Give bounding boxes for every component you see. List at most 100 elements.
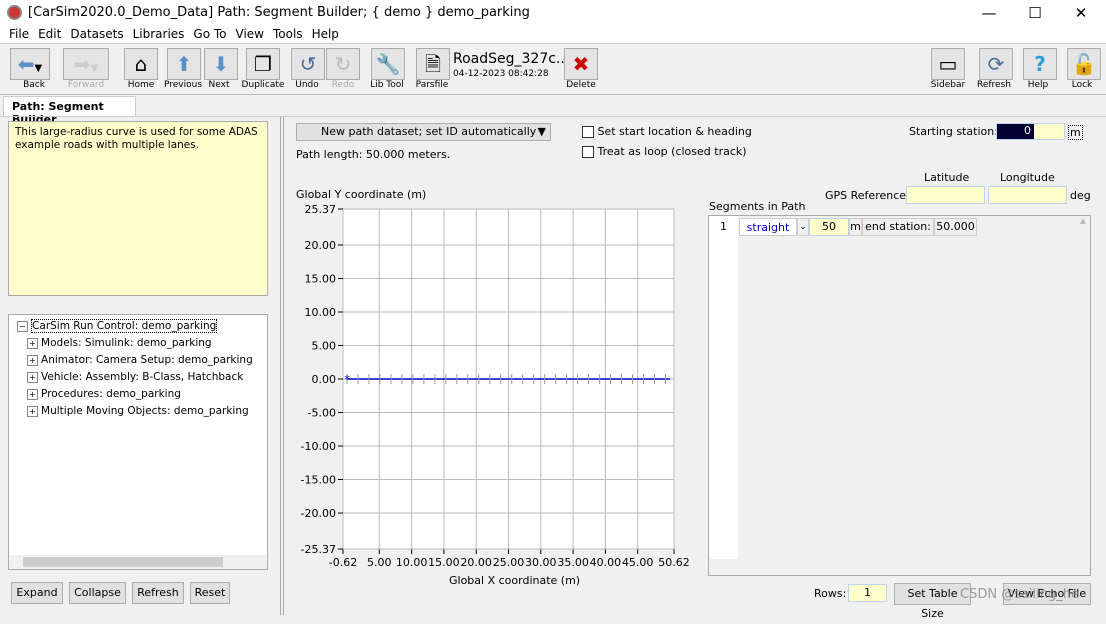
arrow-left-icon: ⬅: [17, 52, 35, 76]
x-tick-label: 25.00: [493, 556, 525, 569]
latitude-input[interactable]: [906, 186, 985, 204]
menu-bar: File Edit Datasets Libraries Go To View Tools H…: [0, 26, 1106, 44]
parsfile-label: Parsfile: [415, 80, 449, 90]
y-tick-label: 0.00: [312, 373, 337, 386]
treat-loop-checkbox[interactable]: Treat as loop (closed track): [582, 145, 747, 158]
treat-loop-label: Treat as loop (closed track): [597, 145, 747, 158]
rows-input[interactable]: 1: [848, 584, 887, 602]
scrollbar-thumb[interactable]: [23, 557, 223, 567]
delete-button[interactable]: ✖: [564, 48, 598, 80]
end-station-value: 50.000: [934, 218, 977, 236]
help-button[interactable]: ?: [1023, 48, 1057, 80]
starting-station-input[interactable]: 0: [996, 123, 1065, 140]
dataset-select[interactable]: New path dataset; set ID automatically ▼: [296, 123, 551, 141]
tree-root-label: CarSim Run Control: demo_parking: [31, 319, 218, 333]
expand-icon[interactable]: +: [27, 389, 38, 400]
reset-button[interactable]: Reset: [190, 582, 230, 604]
y-tick-label: 25.37: [305, 203, 337, 216]
tab-segment-builder[interactable]: Path: Segment Builder: [3, 96, 136, 126]
latitude-label: Latitude: [924, 171, 970, 184]
segment-type[interactable]: straight: [739, 218, 797, 236]
segment-index: 1: [720, 220, 727, 233]
forward-button[interactable]: ➡▼: [63, 48, 109, 80]
segments-label: Segments in Path: [709, 200, 806, 213]
arrow-down-icon: ⬇: [212, 52, 230, 76]
segment-unit: m: [849, 218, 862, 236]
segment-length-input[interactable]: 50: [809, 218, 849, 236]
tree-item[interactable]: + Animator: Camera Setup: demo_parking: [17, 352, 259, 369]
menu-goto[interactable]: Go To: [193, 26, 226, 42]
menu-libraries[interactable]: Libraries: [133, 26, 185, 42]
collapse-button[interactable]: Collapse: [69, 582, 126, 604]
undo-button[interactable]: ↺: [291, 48, 325, 80]
expand-icon[interactable]: +: [27, 355, 38, 366]
home-icon: ⌂: [134, 52, 148, 76]
tree-item[interactable]: + Models: Simulink: demo_parking: [17, 335, 259, 352]
gps-unit: deg: [1070, 189, 1091, 202]
end-station-label: end station:: [862, 218, 934, 236]
y-tick-label: -10.00: [301, 440, 336, 453]
help-icon: ?: [1034, 52, 1046, 76]
menu-help[interactable]: Help: [312, 26, 339, 42]
duplicate-button[interactable]: ❐: [246, 48, 280, 80]
next-button[interactable]: ⬇: [204, 48, 238, 80]
tree-item[interactable]: + Procedures: demo_parking: [17, 386, 259, 403]
tree-item-label: Animator: Camera Setup: demo_parking: [41, 354, 253, 366]
y-tick-label: 10.00: [305, 306, 337, 319]
menu-tools[interactable]: Tools: [273, 26, 303, 42]
menu-view[interactable]: View: [236, 26, 264, 42]
lock-button[interactable]: 🔓: [1067, 48, 1101, 80]
tree-refresh-button[interactable]: Refresh: [132, 582, 184, 604]
app-icon: [7, 5, 22, 20]
notes-text: This large-radius curve is used for some…: [15, 126, 258, 151]
previous-button[interactable]: ⬆: [167, 48, 201, 80]
notes-textarea[interactable]: This large-radius curve is used for some…: [8, 121, 268, 296]
vertical-scrollbar[interactable]: ▲: [1076, 216, 1090, 559]
back-label: Back: [23, 80, 45, 90]
segment-type-dropdown[interactable]: ⌄: [797, 218, 809, 236]
maximize-button[interactable]: ☐: [1012, 0, 1058, 26]
set-start-label: Set start location & heading: [597, 125, 752, 138]
horizontal-scrollbar[interactable]: [9, 555, 267, 569]
sidebar-button[interactable]: ▭: [931, 48, 965, 80]
x-tick-label: 10.00: [396, 556, 428, 569]
menu-file[interactable]: File: [9, 26, 29, 42]
close-button[interactable]: ✕: [1058, 0, 1104, 26]
rows-label: Rows:: [814, 587, 847, 600]
forward-label: Forward: [67, 80, 105, 90]
duplicate-icon: ❐: [254, 52, 272, 76]
expand-icon[interactable]: +: [27, 338, 38, 349]
x-tick-label: -0.62: [329, 556, 357, 569]
menu-datasets[interactable]: Datasets: [70, 26, 123, 42]
redo-button[interactable]: ↻: [326, 48, 360, 80]
back-button[interactable]: ⬅▼: [10, 48, 50, 80]
sidebar-icon: ▭: [938, 52, 958, 76]
lock-label: Lock: [1071, 80, 1093, 90]
menu-edit[interactable]: Edit: [38, 26, 61, 42]
refresh-button[interactable]: ⟳: [979, 48, 1013, 80]
lib-tool-button[interactable]: 🔧: [371, 48, 405, 80]
wrench-icon: 🔧: [375, 52, 401, 76]
longitude-label: Longitude: [1000, 171, 1055, 184]
watermark: CSDN @sailing_he: [960, 587, 1079, 602]
tree-item[interactable]: + Vehicle: Assembly: B-Class, Hatchback: [17, 369, 259, 386]
chevron-down-icon: ▼: [537, 125, 546, 138]
x-tick-label: 5.00: [367, 556, 392, 569]
longitude-input[interactable]: [988, 186, 1067, 204]
tree-root[interactable]: − CarSim Run Control: demo_parking: [17, 318, 259, 335]
tree-item-label: Procedures: demo_parking: [41, 388, 181, 400]
expand-button[interactable]: Expand: [11, 582, 63, 604]
parsfile-button[interactable]: 🗎: [416, 48, 450, 80]
tree-item-label: Vehicle: Assembly: B-Class, Hatchback: [41, 371, 244, 383]
path-length: Path length: 50.000 meters.: [296, 148, 451, 161]
minimize-button[interactable]: —: [966, 0, 1012, 26]
expand-icon[interactable]: +: [27, 406, 38, 417]
lock-icon: 🔓: [1071, 52, 1097, 76]
set-start-checkbox[interactable]: Set start location & heading: [582, 125, 752, 138]
home-button[interactable]: ⌂: [124, 48, 158, 80]
y-tick-label: -25.37: [301, 543, 336, 556]
collapse-icon[interactable]: −: [17, 321, 28, 332]
splitter[interactable]: [280, 117, 284, 615]
tree-item[interactable]: + Multiple Moving Objects: demo_parking: [17, 403, 259, 420]
expand-icon[interactable]: +: [27, 372, 38, 383]
